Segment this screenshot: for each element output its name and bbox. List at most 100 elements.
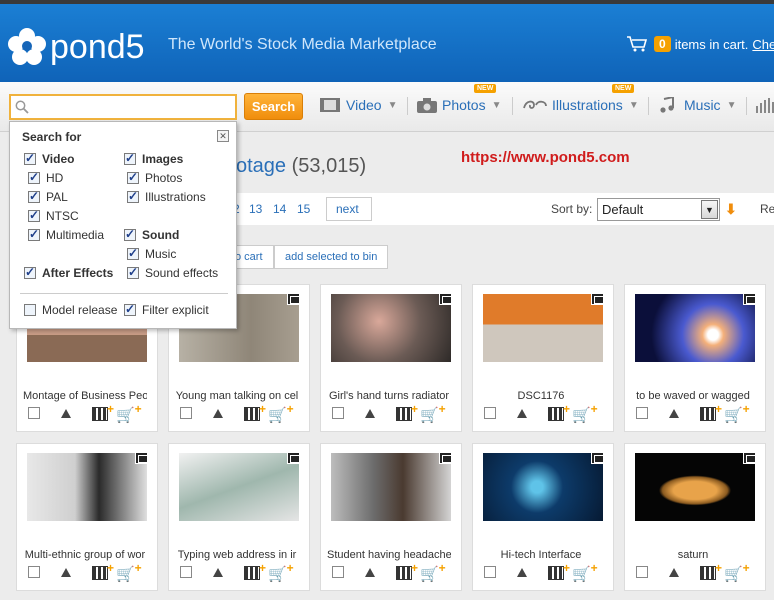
nav-music[interactable]: Music ▼ [660,97,736,113]
filter-pal[interactable]: PAL [28,189,68,204]
nav-photos[interactable]: Photos ▼ [417,97,502,113]
add-to-bin-icon[interactable] [92,561,114,580]
clip-card[interactable]: saturn 🛒 [624,443,766,591]
clip-thumbnail[interactable] [331,294,451,362]
clip-title[interactable]: Young man talking on cel [175,390,299,402]
preview-triangle-icon[interactable] [517,568,527,577]
select-checkbox[interactable] [28,566,40,578]
select-checkbox[interactable] [180,407,192,419]
filter-sound-effects[interactable]: Sound effects [127,265,218,280]
clip-thumbnail[interactable] [27,453,147,521]
next-page-button[interactable]: next [326,197,372,221]
select-checkbox[interactable] [484,407,496,419]
page-link[interactable]: 14 [273,202,286,216]
filter-model-release[interactable]: Model release [24,303,117,317]
add-to-bin-icon[interactable] [700,402,722,421]
search-button[interactable]: Search [244,93,303,120]
checkbox[interactable] [127,265,139,279]
preview-triangle-icon[interactable] [669,568,679,577]
clip-title[interactable]: Typing web address in ir [175,549,299,561]
add-to-bin-icon[interactable] [548,561,570,580]
add-to-bin-icon[interactable] [244,402,266,421]
add-to-cart-icon[interactable]: 🛒 [116,561,141,583]
clip-thumbnail[interactable] [483,294,603,362]
filter-illustrations[interactable]: Illustrations [127,189,206,204]
add-to-cart-icon[interactable]: 🛒 [420,402,445,424]
checkbox[interactable] [28,170,40,184]
checkbox[interactable] [24,304,36,316]
checkbox[interactable] [127,170,139,184]
checkbox[interactable] [124,302,136,316]
select-checkbox[interactable] [28,407,40,419]
select-checkbox[interactable] [636,566,648,578]
preview-triangle-icon[interactable] [213,409,223,418]
filter-after-effects[interactable]: After Effects [24,265,113,280]
clip-title[interactable]: to be waved or wagged [631,390,755,402]
shopping-cart-icon[interactable] [626,36,648,52]
page-link[interactable]: 15 [297,202,310,216]
add-to-cart-icon[interactable]: 🛒 [724,402,749,424]
search-field[interactable] [9,94,237,120]
clip-title[interactable]: saturn [631,549,755,561]
checkbox[interactable] [127,246,139,260]
clip-card[interactable]: Typing web address in ir 🛒 [168,443,310,591]
checkbox[interactable] [28,208,40,222]
add-to-cart-icon[interactable]: 🛒 [420,561,445,583]
filter-images[interactable]: Images [124,151,183,166]
search-input[interactable] [35,99,225,115]
clip-thumbnail[interactable] [635,453,755,521]
add-to-bin-icon[interactable] [700,561,722,580]
clip-card[interactable]: Girl's hand turns radiator 🛒 [320,284,462,432]
filter-video[interactable]: Video [24,151,74,166]
add-to-bin-icon[interactable] [244,561,266,580]
preview-triangle-icon[interactable] [365,568,375,577]
close-icon[interactable]: ✕ [217,130,229,142]
add-to-bin-icon[interactable] [92,402,114,421]
clip-card[interactable]: DSC1176 🛒 [472,284,614,432]
clip-title[interactable]: Hi-tech Interface [479,549,603,561]
add-to-cart-icon[interactable]: 🛒 [572,402,597,424]
checkbox[interactable] [24,151,36,165]
logo[interactable]: pond5 [8,28,145,66]
nav-video[interactable]: Video ▼ [320,97,397,113]
select-checkbox[interactable] [484,566,496,578]
add-to-cart-icon[interactable]: 🛒 [268,561,293,583]
checkbox[interactable] [124,151,136,165]
clip-title[interactable]: Girl's hand turns radiator [327,390,451,402]
clip-thumbnail[interactable] [179,453,299,521]
preview-triangle-icon[interactable] [365,409,375,418]
clip-card[interactable]: Multi-ethnic group of wor 🛒 [16,443,158,591]
add-to-cart-icon[interactable]: 🛒 [268,402,293,424]
select-checkbox[interactable] [180,566,192,578]
add-to-bin-icon[interactable] [396,561,418,580]
preview-triangle-icon[interactable] [61,568,71,577]
preview-triangle-icon[interactable] [669,409,679,418]
filter-ntsc[interactable]: NTSC [28,208,79,223]
page-link[interactable]: 13 [249,202,262,216]
chevron-down-icon[interactable]: ▼ [701,200,718,219]
add-to-bin-icon[interactable] [548,402,570,421]
clip-card[interactable]: to be waved or wagged 🛒 [624,284,766,432]
preview-triangle-icon[interactable] [61,409,71,418]
clip-thumbnail[interactable] [483,453,603,521]
clip-card[interactable]: Student having headache 🛒 [320,443,462,591]
add-to-cart-icon[interactable]: 🛒 [116,402,141,424]
checkout-link[interactable]: Chec [752,37,774,52]
checkbox[interactable] [127,189,139,203]
related-link[interactable]: Re [760,202,774,216]
sort-direction-arrow-icon[interactable]: ⬇ [725,201,737,218]
preview-triangle-icon[interactable] [517,409,527,418]
select-checkbox[interactable] [636,407,648,419]
preview-triangle-icon[interactable] [213,568,223,577]
checkbox[interactable] [124,227,136,241]
sort-select[interactable]: Default ▼ [597,198,720,221]
select-checkbox[interactable] [332,407,344,419]
clip-title[interactable]: Multi-ethnic group of wor [23,549,147,561]
filter-multimedia[interactable]: Multimedia [28,227,104,242]
clip-thumbnail[interactable] [331,453,451,521]
add-to-cart-icon[interactable]: 🛒 [572,561,597,583]
clip-title[interactable]: Student having headache [327,549,451,561]
checkbox[interactable] [28,227,40,241]
clip-card[interactable]: Hi-tech Interface 🛒 [472,443,614,591]
select-checkbox[interactable] [332,566,344,578]
